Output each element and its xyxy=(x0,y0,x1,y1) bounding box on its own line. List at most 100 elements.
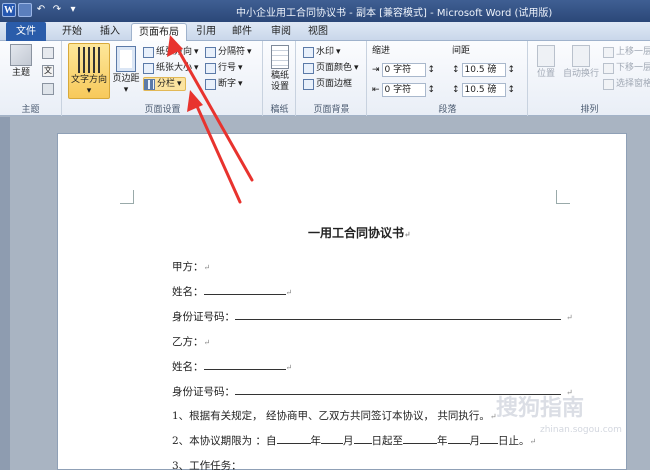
id-a-blank xyxy=(235,309,561,320)
spacing-after-field: ↕ 10.5 磅 ↕ xyxy=(452,83,515,97)
indent-left-input[interactable]: 0 字符 xyxy=(381,63,426,77)
spacing-heading: 间距 xyxy=(452,46,471,56)
position-label: 位置 xyxy=(536,69,555,79)
spacing-after-icon: ↕ xyxy=(452,85,460,95)
name-b-line: 姓名： ↵ xyxy=(172,359,293,373)
page-color-button[interactable]: 页面颜色 ▾ xyxy=(303,61,359,75)
page-color-label: 页面颜色 xyxy=(316,63,353,73)
selection-pane-button[interactable]: 选择窗格 xyxy=(603,77,650,91)
breaks-label: 分隔符 xyxy=(218,47,246,57)
selection-pane-label: 选择窗格 xyxy=(616,79,650,89)
position-button[interactable]: 位置 xyxy=(533,45,559,80)
group-label-themes: 主题 xyxy=(21,105,40,115)
indent-left-field: ⇥ 0 字符 ↕ xyxy=(372,63,435,77)
group-draft-paper: 稿纸设置 稿纸 xyxy=(264,41,296,116)
party-a-line: 甲方：↵ xyxy=(172,261,211,273)
theme-colors-icon[interactable] xyxy=(42,47,54,59)
spacing-before-field: ↕ 10.5 磅 ↕ xyxy=(452,63,515,77)
group-page-background: 水印 ▾ 页面颜色 ▾ 页面边框 页面背景 xyxy=(297,41,367,116)
ribbon: 主题 文 主题 文字方向 ▾ 页边距 ▾ 纸张方向 ▾ 纸张大小 ▾ 分栏 ▾ 分隔符 ▾ … xyxy=(0,41,650,116)
tab-insert[interactable]: 插入 xyxy=(94,23,126,41)
themes-icon xyxy=(10,44,32,66)
word-logo-icon[interactable]: W xyxy=(2,3,16,17)
tab-references[interactable]: 引用 xyxy=(190,23,222,41)
text-direction-button[interactable]: 文字方向 ▾ xyxy=(68,43,110,99)
left-ruler-bar xyxy=(0,117,10,470)
customize-qat-icon[interactable]: ▾ xyxy=(66,3,80,17)
tab-view[interactable]: 视图 xyxy=(302,23,334,41)
text-direction-icon xyxy=(78,47,100,73)
send-backward-label: 下移一层 xyxy=(616,63,650,73)
watermark-logo: 搜狗指南 xyxy=(496,396,585,421)
draft-paper-icon xyxy=(271,45,289,69)
hyphenation-label: 断字 xyxy=(218,79,237,89)
tab-home[interactable]: 开始 xyxy=(56,23,88,41)
hyphenation-icon xyxy=(205,78,216,90)
theme-fonts-icon[interactable]: 文 xyxy=(42,65,54,77)
page-borders-label: 页面边框 xyxy=(316,79,353,89)
spacing-before-icon: ↕ xyxy=(452,65,460,75)
watermark-url: zhinan.sogou.com xyxy=(540,425,622,435)
group-arrange: 位置 自动换行 上移一层 下移一层 选择窗格 排列 xyxy=(529,41,650,116)
spacing-after-spinner[interactable]: ↕ xyxy=(508,83,516,97)
line-numbers-label: 行号 xyxy=(218,63,237,73)
columns-button[interactable]: 分栏 ▾ xyxy=(143,77,186,91)
themes-button[interactable]: 主题 xyxy=(6,44,36,79)
undo-icon[interactable]: ↶ xyxy=(34,3,48,17)
indent-heading: 缩进 xyxy=(372,46,391,56)
group-label-arrange: 排列 xyxy=(580,105,599,115)
watermark-button[interactable]: 水印 ▾ xyxy=(303,45,341,59)
save-icon[interactable] xyxy=(18,3,32,17)
paper-size-button[interactable]: 纸张大小 ▾ xyxy=(143,61,199,75)
tab-review[interactable]: 审阅 xyxy=(265,23,297,41)
indent-left-spinner[interactable]: ↕ xyxy=(428,63,436,77)
group-label-draft: 稿纸 xyxy=(270,105,289,115)
name-a-line: 姓名： ↵ xyxy=(172,286,293,298)
themes-label: 主题 xyxy=(11,68,30,78)
tab-page-layout[interactable]: 页面布局 xyxy=(131,23,187,42)
crop-mark-top-right xyxy=(556,190,570,204)
paper-size-label: 纸张大小 xyxy=(156,63,193,73)
margins-button[interactable]: 页边距 ▾ xyxy=(111,43,141,96)
breaks-button[interactable]: 分隔符 ▾ xyxy=(205,45,252,59)
wrap-text-button[interactable]: 自动换行 xyxy=(561,45,601,80)
watermark-label: 水印 xyxy=(316,47,335,57)
text-direction-label: 文字方向 xyxy=(70,75,107,85)
redo-icon[interactable]: ↷ xyxy=(50,3,64,17)
spacing-before-spinner[interactable]: ↕ xyxy=(508,63,516,77)
hyphenation-button[interactable]: 断字 ▾ xyxy=(205,77,243,91)
clause-2-line: 2、本协议期限为 ：自年月日起至年月日止。↵ xyxy=(172,435,537,447)
wrap-text-label: 自动换行 xyxy=(562,69,599,79)
send-backward-button[interactable]: 下移一层 xyxy=(603,61,650,75)
draft-paper-button[interactable]: 稿纸设置 xyxy=(266,45,294,93)
margins-label: 页边距 xyxy=(112,74,140,84)
name-b-blank xyxy=(203,359,286,370)
party-b-line: 乙方：↵ xyxy=(172,336,211,348)
breaks-icon xyxy=(205,46,216,58)
clause-1-line: 1、根据有关规定， 经协商甲、乙双方共同签订本协议， 共同执行。↵ xyxy=(172,410,497,422)
theme-effects-icon[interactable] xyxy=(42,83,54,95)
spacing-before-input[interactable]: 10.5 磅 xyxy=(461,63,506,77)
page-borders-button[interactable]: 页面边框 xyxy=(303,77,352,91)
indent-right-spinner[interactable]: ↕ xyxy=(428,83,436,97)
group-themes: 主题 文 主题 xyxy=(0,41,62,116)
line-numbers-icon xyxy=(205,62,216,74)
columns-label: 分栏 xyxy=(157,79,176,89)
tab-mailings[interactable]: 邮件 xyxy=(226,23,258,41)
bring-forward-button[interactable]: 上移一层 xyxy=(603,45,650,59)
position-icon xyxy=(537,45,555,67)
paper-size-icon xyxy=(143,62,154,74)
bring-forward-icon xyxy=(603,46,614,58)
bring-forward-label: 上移一层 xyxy=(616,47,650,57)
orientation-button[interactable]: 纸张方向 ▾ xyxy=(143,45,199,59)
spacing-after-input[interactable]: 10.5 磅 xyxy=(461,83,506,97)
line-numbers-button[interactable]: 行号 ▾ xyxy=(205,61,243,75)
selection-pane-icon xyxy=(603,78,614,90)
title-bar: W ↶ ↷ ▾ 中小企业用工合同协议书 - 副本 [兼容模式] - Micros… xyxy=(0,0,650,22)
indent-right-field: ⇤ 0 字符 ↕ xyxy=(372,83,435,97)
orientation-icon xyxy=(143,46,154,58)
indent-right-input[interactable]: 0 字符 xyxy=(381,83,426,97)
group-label-page-setup: 页面设置 xyxy=(144,105,181,115)
tab-file[interactable]: 文件 xyxy=(6,22,46,41)
group-paragraph: 缩进 间距 ⇥ 0 字符 ↕ ⇤ 0 字符 ↕ ↕ 10.5 磅 ↕ ↕ 10.5 磅… xyxy=(368,41,528,116)
